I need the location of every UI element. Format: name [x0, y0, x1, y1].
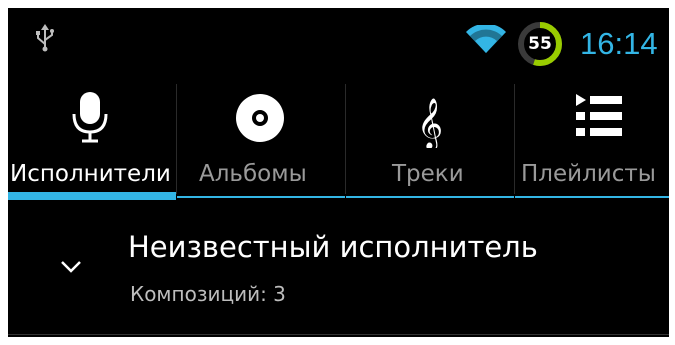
active-tab-indicator	[8, 192, 176, 200]
music-screen: 55 16:14 Исполнители Альбомы 𝄞 Треки Пле…	[8, 8, 669, 337]
tab-artists-label: Исполнители	[10, 161, 171, 187]
tab-underline	[177, 196, 345, 198]
wifi-icon	[466, 25, 506, 53]
tab-playlists[interactable]: Плейлисты	[515, 78, 669, 202]
chevron-down-icon[interactable]	[60, 260, 82, 274]
status-bar: 55 16:14	[8, 8, 669, 72]
tab-playlists-label: Плейлисты	[521, 161, 656, 187]
treble-clef-icon: 𝄞	[417, 98, 443, 148]
usb-icon	[36, 24, 54, 52]
tab-tracks-label: Треки	[392, 161, 464, 187]
track-count: Композиций: 3	[130, 282, 286, 306]
list-divider	[8, 334, 669, 335]
tab-albums[interactable]: Альбомы	[177, 78, 345, 202]
microphone-icon	[72, 92, 108, 143]
svg-text:𝄞: 𝄞	[417, 98, 443, 148]
tab-underline	[515, 196, 669, 198]
playlist-icon	[576, 94, 622, 136]
artist-name: Неизвестный исполнитель	[128, 230, 538, 264]
tab-artists[interactable]: Исполнители	[8, 78, 176, 202]
battery-level: 55	[528, 34, 552, 54]
library-tabs: Исполнители Альбомы 𝄞 Треки Плейлисты	[8, 78, 669, 202]
status-clock: 16:14	[580, 26, 658, 61]
disc-icon	[236, 94, 284, 142]
tab-tracks[interactable]: 𝄞 Треки	[346, 78, 514, 202]
tab-albums-label: Альбомы	[199, 161, 307, 187]
tab-underline	[346, 196, 514, 198]
list-item[interactable]: Неизвестный исполнитель Композиций: 3	[8, 208, 669, 328]
